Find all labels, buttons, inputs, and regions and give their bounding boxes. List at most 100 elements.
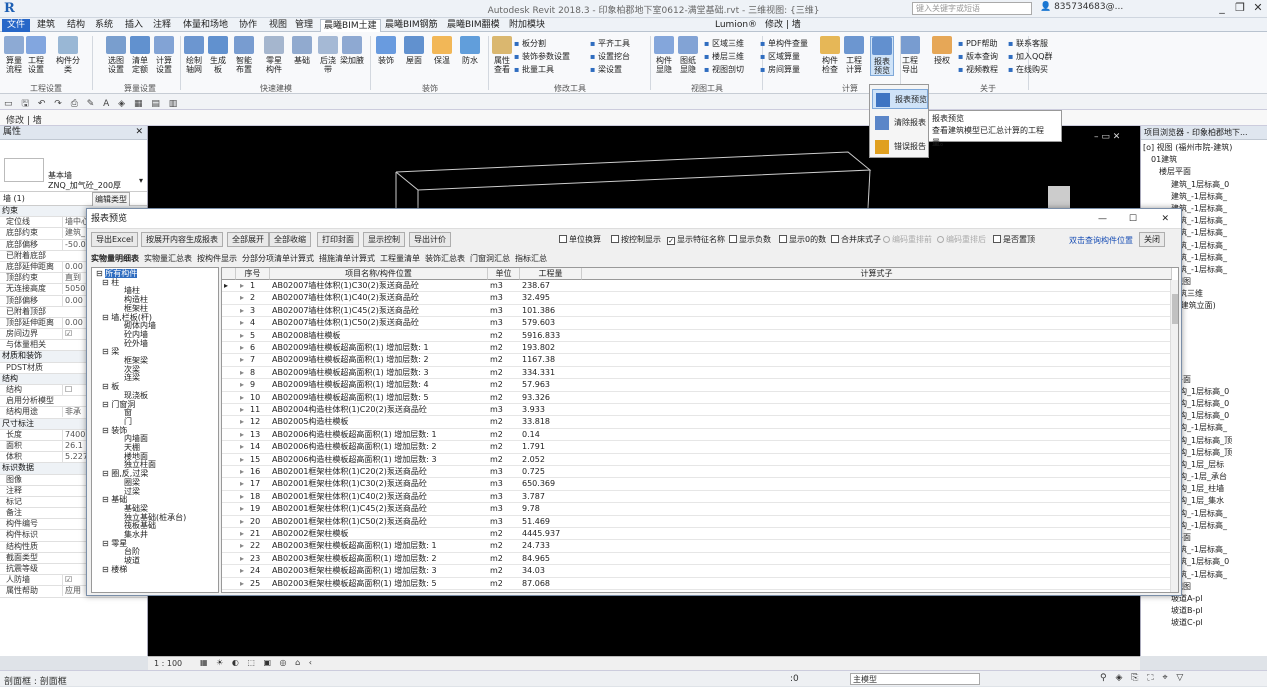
table-row[interactable]: ▸ 13 AB02006构造柱模板超高面积(1) 增加层数: 1 m2 0.14 (222, 429, 1172, 442)
ribbon-button-19[interactable]: 图纸 显隐 (676, 36, 700, 74)
type-selector[interactable]: 基本墙 ZNQ_加气砼_200厚 ▾ (0, 140, 147, 192)
table-row[interactable]: ▸ ▸ 1 AB02007墙柱体积(1)C30(2)泵送商品砼 m3 238.67 (222, 280, 1172, 293)
column-header[interactable]: 工程量 (520, 268, 582, 280)
tab-7[interactable]: 协作 (236, 19, 260, 32)
row-expand[interactable]: ▸ (240, 478, 248, 490)
restore-icon[interactable]: ❐ (1232, 1, 1248, 17)
table-row[interactable]: ▸ 7 AB02009墙柱模板超高面积(1) 增加层数: 2 m2 1167.38 (222, 354, 1172, 367)
table-row[interactable]: ▸ 10 AB02009墙柱模板超高面积(1) 增加层数: 5 m2 93.326 (222, 392, 1172, 404)
table-row[interactable]: ▸ 3 AB02007墙柱体积(1)C45(2)泵送商品砼 m3 101.386 (222, 305, 1172, 318)
expand-icon[interactable]: ⊟ (102, 382, 111, 391)
sheet-tab-5[interactable]: 工程量清单 (380, 254, 420, 263)
property-value[interactable]: 0.00 (62, 295, 86, 306)
ribbon-small-14[interactable]: ▪ 视频教程 (958, 64, 998, 75)
dialog-button-4[interactable]: 打印封面 (317, 232, 359, 247)
dialog-button-6[interactable]: 导出计价 (409, 232, 451, 247)
row-expand[interactable]: ▸ (240, 317, 248, 329)
ribbon-small-4[interactable]: ▪ 设置挖台 (590, 51, 630, 62)
ribbon-button-23[interactable]: 工程 导出 (898, 36, 922, 74)
tab-10[interactable]: 晨曦BIM土建 (320, 19, 381, 32)
sheet-tab-7[interactable]: 门窗洞汇总 (470, 254, 510, 263)
ribbon-button-13[interactable]: 装饰 (374, 36, 398, 65)
table-row[interactable]: ▸ 19 AB02001框架柱体积(1)C45(2)泵送商品砼 m3 9.78 (222, 503, 1172, 516)
option-checkbox-3[interactable]: 显示负数 (729, 234, 771, 245)
ribbon-button-0[interactable]: 算量 流程 (2, 36, 26, 74)
ribbon-button-7[interactable]: 生成板 (206, 36, 230, 74)
ribbon-button-1[interactable]: 工程 设置 (24, 36, 48, 74)
sheet-tab-3[interactable]: 分部分项清单计算式 (242, 254, 314, 263)
ribbon-small-7[interactable]: ▪ 楼层三维 (704, 51, 744, 62)
ribbon-button-20[interactable]: 构件 检查 (818, 36, 842, 74)
sheet-tab-6[interactable]: 装饰汇总表 (425, 254, 465, 263)
row-expand[interactable]: ▸ (240, 578, 248, 590)
tab-9[interactable]: 管理 (292, 19, 316, 32)
table-row[interactable]: ▸ 5 AB02008墙柱模板 m2 5916.833 (222, 330, 1172, 342)
table-row[interactable]: ▸ 22 AB02003框架柱模板超高面积(1) 增加层数: 1 m2 24.733 (222, 540, 1172, 553)
menu-item-0[interactable]: 报表预览 (872, 89, 928, 109)
ribbon-button-18[interactable]: 构件 显隐 (652, 36, 676, 74)
row-expand[interactable]: ▸ (240, 516, 248, 528)
tab-4[interactable]: 插入 (122, 19, 146, 32)
property-value[interactable]: 0.00 (62, 261, 86, 272)
ribbon-small-0[interactable]: ▪ 板分割 (514, 38, 546, 49)
ribbon-button-5[interactable]: 计算 设置 (152, 36, 176, 74)
ribbon-button-12[interactable]: 梁加腋 (340, 36, 364, 65)
browser-item[interactable]: 坡道C-pl (1141, 617, 1267, 629)
table-row[interactable]: ▸ 8 AB02009墙柱模板超高面积(1) 增加层数: 3 m2 334.331 (222, 367, 1172, 380)
ribbon-small-15[interactable]: ▪ 联系客服 (1008, 38, 1048, 49)
tab-3[interactable]: 系统 (92, 19, 116, 32)
row-expand[interactable]: ▸ (240, 416, 248, 428)
table-row[interactable]: ▸ 21 AB02002框架柱模板 m2 4445.937 (222, 528, 1172, 541)
browser-item[interactable]: 建筑_-1层标高_ (1141, 191, 1267, 203)
expand-icon[interactable]: ⊟ (102, 469, 111, 478)
row-expand[interactable]: ▸ (240, 553, 248, 565)
minimize-icon[interactable]: _ (1214, 1, 1230, 17)
row-expand[interactable]: ▸ (240, 280, 248, 292)
tree-node[interactable]: ⊟ 楼梯 (102, 565, 127, 574)
maximize-icon[interactable]: ☐ (1129, 209, 1137, 229)
row-expand[interactable]: ▸ (240, 305, 248, 317)
search-input[interactable]: 键入关键字或短语 (912, 2, 1032, 15)
row-expand[interactable]: ▸ (240, 379, 248, 391)
edit-type-button[interactable]: 编辑类型 (92, 192, 130, 207)
row-expand[interactable]: ▸ (240, 565, 248, 577)
ribbon-small-3[interactable]: ▪ 平齐工具 (590, 38, 630, 49)
tab-1[interactable]: 建筑 (34, 19, 58, 32)
table-row[interactable]: ▸ 24 AB02003框架柱模板超高面积(1) 增加层数: 3 m2 34.03 (222, 565, 1172, 578)
table-row[interactable]: ▸ 12 AB02005构造柱模板 m2 33.818 (222, 416, 1172, 429)
ribbon-button-8[interactable]: 智能 布置 (232, 36, 256, 74)
property-value[interactable]: 应用 (62, 586, 86, 597)
ribbon-button-24[interactable]: 授权 (930, 36, 954, 65)
sheet-tab-8[interactable]: 指标汇总 (515, 254, 547, 263)
tree-node[interactable]: ⊟ 板 (102, 383, 119, 391)
row-expand[interactable]: ▸ (240, 292, 248, 304)
close-icon[interactable]: ✕ (1161, 209, 1169, 229)
ribbon-button-22[interactable]: 报表 预览 (870, 36, 894, 76)
property-value[interactable]: 5.227 (62, 452, 88, 463)
ribbon-small-5[interactable]: ▪ 梁设置 (590, 64, 622, 75)
sheet-tab-1[interactable]: 实物量汇总表 (144, 254, 192, 263)
menu-item-2[interactable]: 错误报告 (872, 137, 928, 157)
property-value[interactable]: 0.00 (62, 317, 86, 328)
property-value[interactable]: 建筑_ (62, 228, 86, 239)
ribbon-small-11[interactable]: ▪ 房间算量 (760, 64, 800, 75)
property-value[interactable]: 墙中心 (62, 217, 89, 228)
dialog-button-0[interactable]: 导出Excel (91, 232, 139, 247)
table-row[interactable]: ▸ 6 AB02009墙柱模板超高面积(1) 增加层数: 1 m2 193.802 (222, 342, 1172, 355)
ribbon-button-10[interactable]: 基础 (290, 36, 314, 65)
option-checkbox-8[interactable]: 是否置顶 (993, 234, 1035, 245)
row-expand[interactable]: ▸ (240, 540, 248, 552)
close-icon[interactable]: ✕ (1250, 1, 1266, 17)
option-checkbox-1[interactable]: 按控制显示 (611, 234, 661, 245)
row-expand[interactable]: ▸ (240, 466, 248, 478)
column-header[interactable]: 项目名称/构件位置 (270, 268, 488, 280)
tree-node[interactable]: 集水井 (124, 531, 148, 539)
tree-node[interactable]: ⊟ 柱 (102, 278, 119, 287)
expand-icon[interactable]: ⊟ (102, 426, 111, 435)
table-row[interactable]: ▸ 4 AB02007墙柱体积(1)C50(2)泵送商品砼 m3 579.603 (222, 317, 1172, 330)
tab-6[interactable]: 体量和场地 (180, 19, 231, 32)
row-expand[interactable]: ▸ (240, 354, 248, 366)
option-checkbox-7[interactable]: 编码重排后 (937, 234, 986, 245)
sheet-tab-0[interactable]: 实物量明细表 (91, 254, 139, 263)
ribbon-small-17[interactable]: ▪ 在线购买 (1008, 64, 1048, 75)
